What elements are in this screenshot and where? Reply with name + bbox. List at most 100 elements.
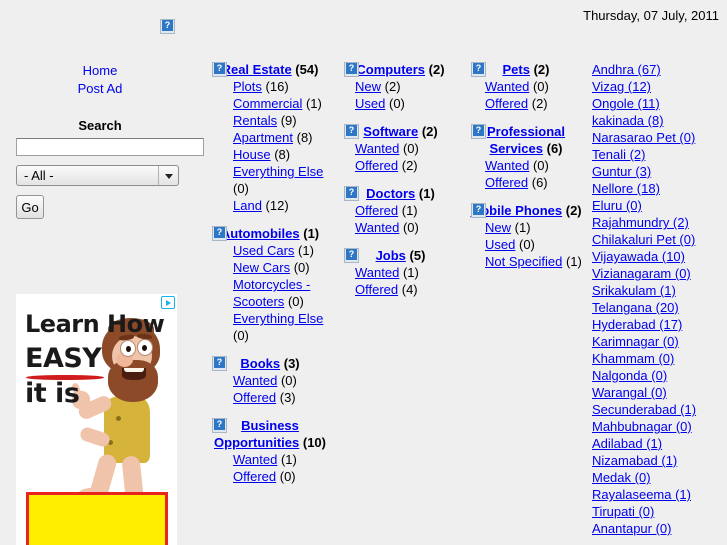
subcategory-link[interactable]: Used (355, 96, 385, 111)
category-title-link[interactable]: Real Estate (222, 62, 292, 77)
location-link[interactable]: Andhra (67) (592, 62, 661, 77)
subcategory-link[interactable]: Not Specified (485, 254, 562, 269)
subcategory-row: Wanted (1) (205, 451, 335, 468)
subcategory-link[interactable]: Offered (485, 96, 528, 111)
location-link[interactable]: kakinada (8) (592, 113, 664, 128)
category-title-link[interactable]: Computers (356, 62, 425, 77)
category-title-link[interactable]: Automobiles (221, 226, 300, 241)
subcategory-link[interactable]: Offered (233, 469, 276, 484)
category-heading: Jobs (5) (337, 247, 464, 264)
location-item: Adilabad (1) (592, 435, 727, 452)
subcategory-count: (0) (287, 294, 304, 309)
category-title-link[interactable]: Software (363, 124, 418, 139)
subcategory-link[interactable]: Rentals (233, 113, 277, 128)
location-link[interactable]: Nalgonda (0) (592, 368, 667, 383)
subcategory-row: Wanted (0) (464, 78, 588, 95)
location-link[interactable]: Chilakaluri Pet (0) (592, 232, 695, 247)
location-link[interactable]: Khammam (0) (592, 351, 674, 366)
subcategory-row: Offered (2) (464, 95, 588, 112)
location-link[interactable]: Tenali (2) (592, 147, 645, 162)
location-link[interactable]: Rayalaseema (1) (592, 487, 691, 502)
subcategory-row: Wanted (0) (337, 219, 464, 236)
subcategory-count: (12) (265, 198, 289, 213)
subcategory-link[interactable]: Apartment (233, 130, 293, 145)
subcategory-count: (9) (280, 113, 297, 128)
location-link[interactable]: Guntur (3) (592, 164, 651, 179)
location-link[interactable]: Karimnagar (0) (592, 334, 679, 349)
location-link[interactable]: Nellore (18) (592, 181, 660, 196)
adchoices-icon[interactable] (161, 296, 175, 309)
subcategory-link[interactable]: Wanted (485, 79, 529, 94)
subcategory-link[interactable]: Used (485, 237, 515, 252)
subcategory-count: (0) (532, 79, 549, 94)
subcategory-link[interactable]: Offered (485, 175, 528, 190)
category-heading: Software (2) (337, 123, 464, 140)
subcategory-count: (0) (532, 158, 549, 173)
subcategory-row: Offered (2) (337, 157, 464, 174)
location-link[interactable]: Nizamabad (1) (592, 453, 677, 468)
category-title-link[interactable]: Doctors (366, 186, 415, 201)
location-link[interactable]: Anantapur (0) (592, 521, 672, 536)
category-count: (2) (428, 62, 445, 77)
search-input[interactable] (16, 138, 204, 156)
subcategory-link[interactable]: Land (233, 198, 262, 213)
location-link[interactable]: Telangana (20) (592, 300, 679, 315)
subcategory-count: (1) (298, 243, 314, 258)
subcategory-count: (1) (401, 203, 418, 218)
subcategory-link[interactable]: Plots (233, 79, 262, 94)
search-category-select[interactable]: - All - (16, 165, 179, 186)
location-link[interactable]: Hyderabad (17) (592, 317, 682, 332)
location-link[interactable]: Tirupati (0) (592, 504, 654, 519)
subcategory-row: Everything Else (0) (205, 163, 335, 197)
subcategory-link[interactable]: Everything Else (233, 164, 323, 179)
nav-link-post-ad[interactable]: Post Ad (0, 80, 200, 98)
subcategory-link[interactable]: Wanted (485, 158, 529, 173)
search-go-button[interactable]: Go (16, 195, 44, 219)
subcategory-link[interactable]: Used Cars (233, 243, 294, 258)
subcategory-count: (0) (279, 469, 296, 484)
location-link[interactable]: Vijayawada (10) (592, 249, 685, 264)
subcategory-link[interactable]: Wanted (355, 220, 399, 235)
site-logo[interactable] (160, 19, 175, 34)
subcategory-link[interactable]: Wanted (355, 141, 399, 156)
ad-yellow-panel (26, 492, 168, 545)
broken-image-icon (471, 124, 486, 139)
location-link[interactable]: Secunderabad (1) (592, 402, 696, 417)
subcategory-count: (3) (279, 390, 296, 405)
subcategory-link[interactable]: Wanted (233, 373, 277, 388)
subcategory-count: (2) (401, 158, 418, 173)
location-link[interactable]: Medak (0) (592, 470, 651, 485)
subcategory-link[interactable]: New (355, 79, 381, 94)
location-link[interactable]: Vizag (12) (592, 79, 651, 94)
location-link[interactable]: Ongole (11) (592, 96, 660, 111)
subcategory-link[interactable]: New (485, 220, 511, 235)
location-link[interactable]: Narasarao Pet (0) (592, 130, 695, 145)
subcategory-link[interactable]: Offered (355, 158, 398, 173)
subcategory-link[interactable]: New Cars (233, 260, 290, 275)
location-link[interactable]: Eluru (0) (592, 198, 642, 213)
subcategory-link[interactable]: Wanted (355, 265, 399, 280)
location-link[interactable]: Vizianagaram (0) (592, 266, 691, 281)
broken-image-icon (344, 124, 359, 139)
category-column-3: Pets (2)Wanted (0)Offered (2)Professiona… (464, 44, 588, 281)
category-title-link[interactable]: Books (240, 356, 280, 371)
location-link[interactable]: Mahbubnagar (0) (592, 419, 692, 434)
nav-link-home[interactable]: Home (0, 62, 200, 80)
category-title-link[interactable]: Jobs (376, 248, 406, 263)
location-link[interactable]: Rajahmundry (2) (592, 215, 689, 230)
category-title-link[interactable]: Pets (503, 62, 530, 77)
location-link[interactable]: Srikakulam (1) (592, 283, 676, 298)
subcategory-link[interactable]: Everything Else (233, 311, 323, 326)
subcategory-link[interactable]: Wanted (233, 452, 277, 467)
category-column-1: Real Estate (54)Plots (16)Commercial (1)… (205, 44, 335, 496)
location-link[interactable]: Adilabad (1) (592, 436, 662, 451)
location-link[interactable]: Warangal (0) (592, 385, 667, 400)
subcategory-link[interactable]: House (233, 147, 271, 162)
subcategory-link[interactable]: Offered (233, 390, 276, 405)
subcategory-link[interactable]: Offered (355, 282, 398, 297)
subcategory-link[interactable]: Offered (355, 203, 398, 218)
advertisement-banner[interactable]: Learn How EASY it is (16, 294, 177, 545)
category-count: (3) (283, 356, 300, 371)
subcategory-link[interactable]: Commercial (233, 96, 302, 111)
broken-image-icon (344, 248, 359, 263)
